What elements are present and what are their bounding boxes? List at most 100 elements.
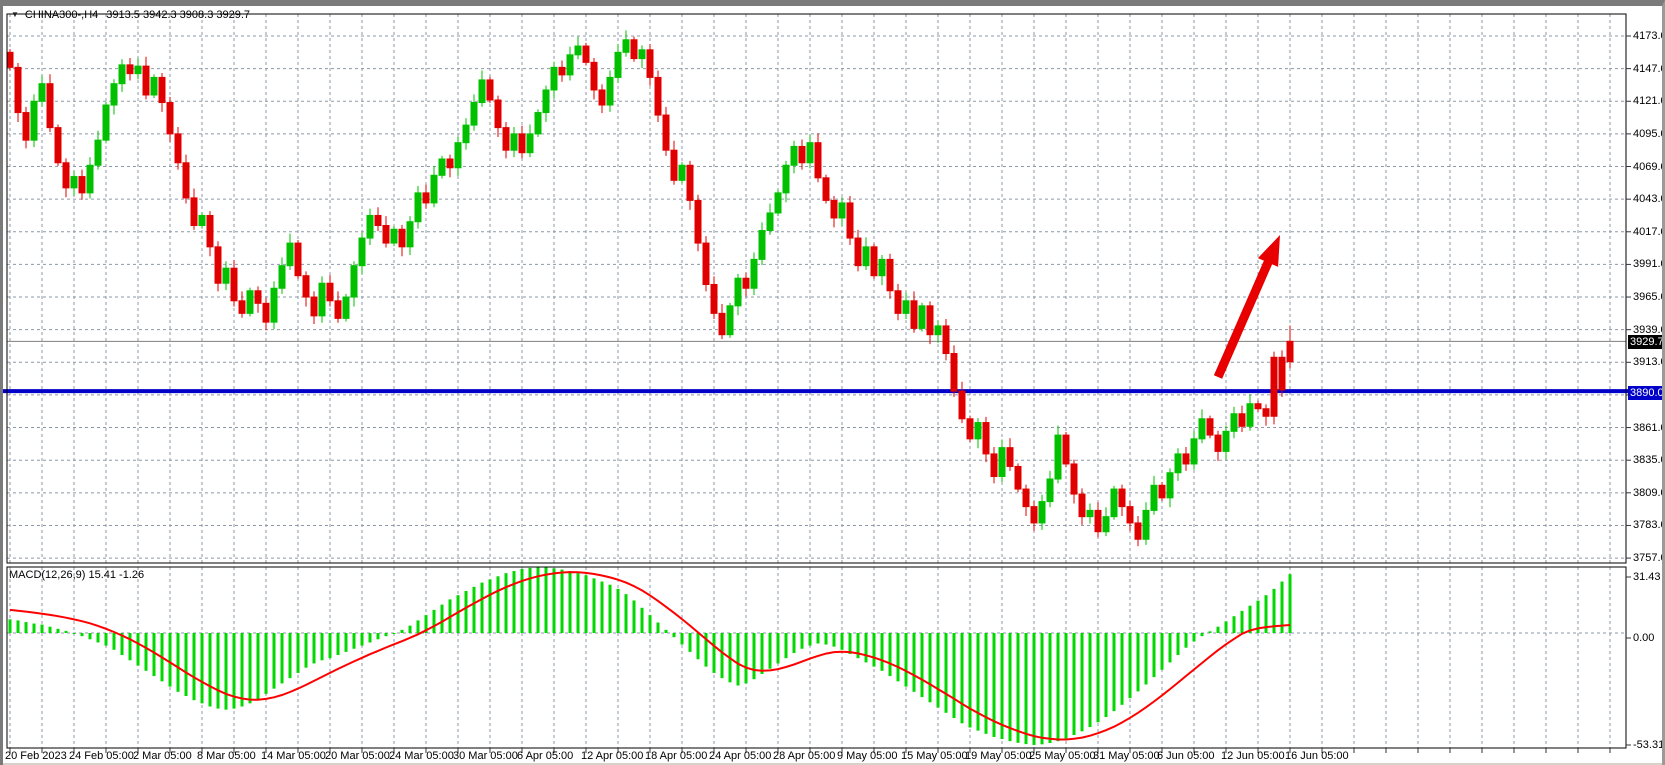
- macd-histogram-bar: [105, 633, 108, 646]
- macd-histogram-bar: [1073, 633, 1076, 735]
- chart-window: ▼ CHINA300-,H4 3913.5 3942.3 3908.3 3929…: [0, 0, 1665, 765]
- macd-histogram-bar: [801, 633, 804, 649]
- macd-histogram-bar: [241, 633, 244, 707]
- price-axis-label: 4147.0: [1633, 63, 1665, 75]
- price-axis-label: 3757.0: [1633, 552, 1665, 564]
- symbol-timeframe-label: CHINA300-,H4: [25, 9, 98, 21]
- date-label: 16 Jun 05:00: [1285, 750, 1349, 762]
- macd-histogram-bar: [89, 633, 92, 639]
- candle: [343, 294, 349, 322]
- macd-histogram-bar: [833, 633, 836, 647]
- macd-histogram-bar: [193, 633, 196, 700]
- macd-histogram-bar: [545, 567, 548, 633]
- macd-histogram-bar: [1241, 611, 1244, 633]
- date-label: 2 Mar 05:00: [133, 750, 192, 762]
- macd-axis-label: 0.00: [1633, 632, 1654, 644]
- macd-histogram-bar: [97, 633, 100, 642]
- date-label: 6 Apr 05:00: [517, 750, 573, 762]
- price-axis-label: 4043.0: [1633, 193, 1665, 205]
- macd-histogram-bar: [945, 633, 948, 713]
- macd-histogram-bar: [769, 633, 772, 669]
- hline-price-badge: 3890.0: [1628, 386, 1665, 400]
- price-axis-label: 4069.0: [1633, 161, 1665, 173]
- price-axis-label: 3861.0: [1633, 422, 1665, 434]
- macd-histogram-bar: [1033, 633, 1036, 745]
- price-chart-canvas[interactable]: [3, 6, 1665, 765]
- macd-histogram-bar: [321, 633, 324, 660]
- macd-histogram-bar: [129, 633, 132, 660]
- price-axis-label: 3965.0: [1633, 291, 1665, 303]
- macd-histogram-bar: [1113, 633, 1116, 711]
- macd-histogram-bar: [793, 633, 796, 653]
- date-label: 20 Feb 2023: [5, 750, 67, 762]
- macd-histogram-bar: [561, 570, 564, 633]
- macd-histogram-bar: [401, 630, 404, 633]
- candle: [703, 236, 709, 291]
- macd-histogram-bar: [49, 627, 52, 633]
- macd-histogram-bar: [745, 633, 748, 683]
- macd-histogram-bar: [777, 633, 780, 663]
- macd-histogram-bar: [1065, 633, 1068, 738]
- candle: [1279, 350, 1285, 396]
- macd-histogram-bar: [1193, 633, 1196, 641]
- macd-histogram-bar: [641, 608, 644, 633]
- macd-histogram-bar: [1249, 606, 1252, 633]
- macd-histogram-bar: [1025, 633, 1028, 744]
- macd-histogram-bar: [889, 633, 892, 676]
- macd-histogram-bar: [937, 633, 940, 708]
- macd-histogram-bar: [649, 615, 652, 633]
- macd-histogram-bar: [1137, 633, 1140, 691]
- date-label: 24 Mar 05:00: [389, 750, 454, 762]
- candle: [151, 74, 157, 98]
- candle: [967, 416, 973, 442]
- macd-histogram-bar: [465, 591, 468, 633]
- candle: [103, 102, 109, 143]
- macd-histogram-bar: [1225, 621, 1228, 633]
- macd-histogram-bar: [713, 633, 716, 673]
- macd-histogram-bar: [577, 573, 580, 633]
- macd-histogram-bar: [1049, 633, 1052, 743]
- macd-histogram-bar: [809, 633, 812, 646]
- macd-histogram-bar: [393, 633, 396, 634]
- macd-histogram-bar: [601, 582, 604, 633]
- macd-histogram-bar: [849, 633, 852, 654]
- macd-histogram-bar: [281, 633, 284, 683]
- price-axis-label: 4173.0: [1633, 30, 1665, 42]
- macd-histogram-bar: [1177, 633, 1180, 655]
- candle: [631, 37, 637, 62]
- macd-histogram-bar: [953, 633, 956, 718]
- macd-histogram-bar: [353, 633, 356, 649]
- candle: [1159, 482, 1165, 501]
- macd-axis-label: -53.31: [1633, 739, 1664, 751]
- candle: [1207, 416, 1213, 439]
- candle: [535, 109, 541, 137]
- macd-histogram-bar: [633, 600, 636, 633]
- price-axis-label: 4017.0: [1633, 226, 1665, 238]
- macd-histogram-bar: [697, 633, 700, 659]
- symbol-dropdown-icon[interactable]: ▼: [11, 10, 19, 19]
- price-axis-label: 3939.0: [1633, 324, 1665, 336]
- macd-histogram-bar: [905, 633, 908, 687]
- candle: [295, 240, 301, 279]
- symbol-info-bar[interactable]: ▼ CHINA300-,H4 3913.5 3942.3 3908.3 3929…: [11, 9, 250, 21]
- macd-histogram-bar: [169, 633, 172, 687]
- macd-histogram-bar: [57, 629, 60, 633]
- macd-histogram-bar: [569, 571, 572, 633]
- candle: [1271, 352, 1277, 425]
- macd-histogram-bar: [145, 633, 148, 671]
- candle: [583, 43, 589, 66]
- macd-histogram-bar: [1169, 633, 1172, 662]
- macd-histogram-bar: [153, 633, 156, 676]
- date-label: 19 May 05:00: [965, 750, 1032, 762]
- candle: [727, 303, 733, 338]
- macd-histogram-bar: [865, 633, 868, 662]
- macd-histogram-bar: [377, 633, 380, 639]
- candle: [951, 345, 957, 396]
- macd-histogram-bar: [969, 633, 972, 728]
- macd-histogram-bar: [1201, 633, 1204, 636]
- macd-histogram-bar: [1017, 633, 1020, 743]
- price-axis-label: 4095.0: [1633, 128, 1665, 140]
- macd-histogram-bar: [897, 633, 900, 681]
- price-axis-label: 3913.0: [1633, 356, 1665, 368]
- price-axis-label: 4121.0: [1633, 95, 1665, 107]
